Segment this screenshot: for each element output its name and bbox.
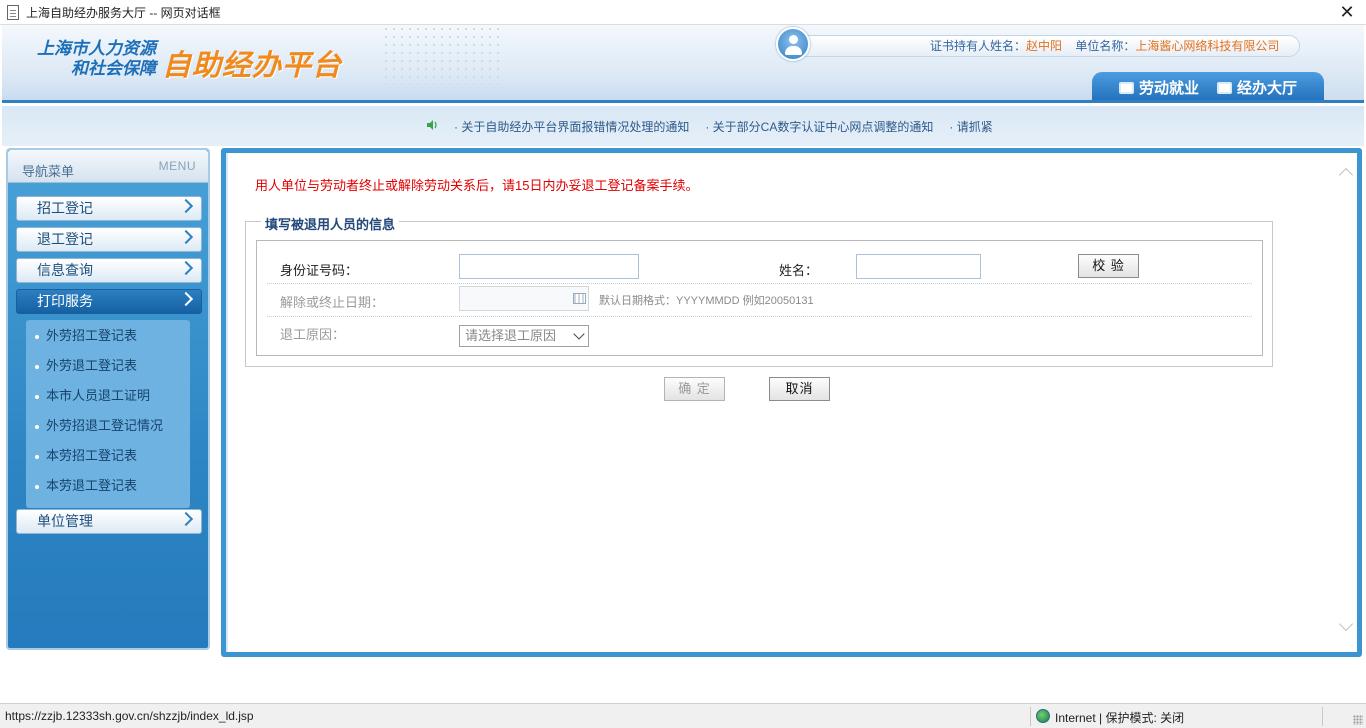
notice-link[interactable]: · 关于部分CA数字认证中心网点调整的通知 [705,118,933,135]
date-format-hint: 默认日期格式：YYYYMMDD 例如20050131 [599,295,814,307]
window-title: 上海自助经办服务大厅 -- 网页对话框 [26,5,221,20]
unit-label: 单位名称： [1075,39,1136,53]
close-icon[interactable]: ✕ [1338,3,1356,21]
submenu-item[interactable]: 外劳招工登记表 [26,324,190,348]
sidebar-title: 导航菜单 [22,164,75,179]
globe-icon [1036,709,1050,723]
sidebar-item-info-query[interactable]: 信息查询 [16,258,202,283]
reason-label: 退工原因： [280,327,346,342]
window-title-bar: 上海自助经办服务大厅 -- 网页对话框 ✕ [0,0,1366,25]
id-number-label: 身份证号码： [280,263,359,278]
user-info: 证书持有人姓名：赵中阳 单位名称：上海酱心网络科技有限公司 [930,37,1279,54]
status-divider [1322,707,1323,726]
unit-name: 上海酱心网络科技有限公司 [1135,39,1280,53]
chevron-down-icon [573,328,585,340]
termination-date-input[interactable] [459,286,589,311]
tab-labor-employment[interactable]: 劳动就业 [1118,77,1199,98]
submenu-item[interactable]: 本劳招工登记表 [26,444,190,468]
confirm-button[interactable]: 确 定 [664,377,725,401]
name-label: 姓名： [779,263,819,278]
notice-list: · 关于自助经办平台界面报错情况处理的通知 · 关于部分CA数字认证中心网点调整… [454,118,993,135]
print-service-submenu: 外劳招工登记表 外劳退工登记表 本市人员退工证明 外劳招退工登记情况 本劳招工登… [26,320,190,508]
cancel-button[interactable]: 取消 [769,377,830,401]
header-banner: 上海市人力资源 和社会保障 自助经办平台 证书持有人姓名：赵中阳 单位名称：上海… [2,25,1364,103]
row-divider [267,316,1252,317]
holder-name: 赵中阳 [1026,39,1063,53]
status-url: https://zzjb.12333sh.gov.cn/shzzjb/index… [5,709,254,723]
logo-line2: 和社会保障 [71,59,156,78]
warning-message: 用人单位与劳动者终止或解除劳动关系后，请15日内办妥退工登记备案手续。 [255,178,699,193]
scroll-up-icon[interactable] [1338,167,1354,183]
submenu-item[interactable]: 本劳退工登记表 [26,474,190,498]
sidebar-item-label: 打印服务 [37,293,93,309]
decorative-dots [382,25,502,85]
logo-org: 上海市人力资源 和社会保障 [24,39,156,79]
chevron-right-icon [178,229,194,245]
tab-label: 劳动就业 [1138,80,1199,97]
speaker-icon [427,120,437,130]
building-icon [1217,81,1232,94]
reason-select[interactable]: 请选择退工原因 [459,325,589,347]
sidebar-item-label: 招工登记 [37,200,93,216]
section-title: 填写被退用人员的信息 [261,214,400,233]
vertical-scrollbar[interactable] [1336,153,1357,652]
notice-link[interactable]: · 关于自助经办平台界面报错情况处理的通知 [454,118,689,135]
termination-date-label: 解除或终止日期： [280,295,385,310]
security-zone: Internet | 保护模式: 关闭 [1055,711,1185,725]
status-divider [1030,707,1031,726]
sidebar-item-label: 信息查询 [37,262,93,278]
chevron-right-icon [178,511,194,527]
verify-button[interactable]: 校 验 [1078,254,1139,278]
tab-service-hall[interactable]: 经办大厅 [1217,77,1297,98]
logo-platform: 自助经办平台 [162,50,343,82]
name-input[interactable] [856,254,981,279]
sidebar-item-print-service[interactable]: 打印服务 [16,289,202,314]
main-panel: 用人单位与劳动者终止或解除劳动关系后，请15日内办妥退工登记备案手续。 填写被退… [221,148,1362,657]
submenu-item[interactable]: 外劳退工登记表 [26,354,190,378]
sidebar-item-label: 单位管理 [37,513,93,529]
sidebar-item-unit-management[interactable]: 单位管理 [16,509,202,534]
sidebar-item-hiring-registration[interactable]: 招工登记 [16,196,202,221]
sidebar: 导航菜单 MENU 招工登记 退工登记 信息查询 打印服务 外劳招工登记表 外劳… [6,148,210,650]
resize-grip-icon[interactable] [1353,715,1363,725]
scroll-down-icon[interactable] [1338,616,1354,632]
id-number-input[interactable] [459,254,639,279]
chevron-right-icon [178,291,194,307]
employee-info-fieldset: 填写被退用人员的信息 身份证号码： 姓名： 校 验 解除或终止日期： 默认日期格… [245,214,1273,367]
tab-label: 经办大厅 [1237,80,1298,97]
content-area: 用人单位与劳动者终止或解除劳动关系后，请15日内办妥退工登记备案手续。 填写被退… [226,153,1336,652]
holder-label: 证书持有人姓名： [930,39,1027,53]
notice-link[interactable]: · 请抓紧 [949,118,992,135]
sidebar-title-en: MENU [158,159,196,173]
monitor-icon [1118,81,1134,94]
status-bar: https://zzjb.12333sh.gov.cn/shzzjb/index… [0,703,1366,728]
row-divider [267,283,1252,284]
calendar-icon[interactable] [573,293,586,304]
chevron-right-icon [178,260,194,276]
reason-select-value: 请选择退工原因 [465,328,557,343]
nav-tabs: 劳动就业 经办大厅 [1092,72,1324,100]
chevron-right-icon [178,198,194,214]
sidebar-item-label: 退工登记 [37,231,93,247]
submenu-item[interactable]: 外劳招退工登记情况 [26,414,190,438]
user-avatar-icon [776,27,810,61]
sidebar-header: 导航菜单 MENU [8,150,208,183]
submenu-item[interactable]: 本市人员退工证明 [26,384,190,408]
form-box: 身份证号码： 姓名： 校 验 解除或终止日期： 默认日期格式：YYYYMMDD … [256,240,1263,356]
document-icon [7,4,19,20]
sidebar-item-termination-registration[interactable]: 退工登记 [16,227,202,252]
notice-bar: · 关于自助经办平台界面报错情况处理的通知 · 关于部分CA数字认证中心网点调整… [2,106,1364,146]
logo-line1: 上海市人力资源 [37,39,156,58]
